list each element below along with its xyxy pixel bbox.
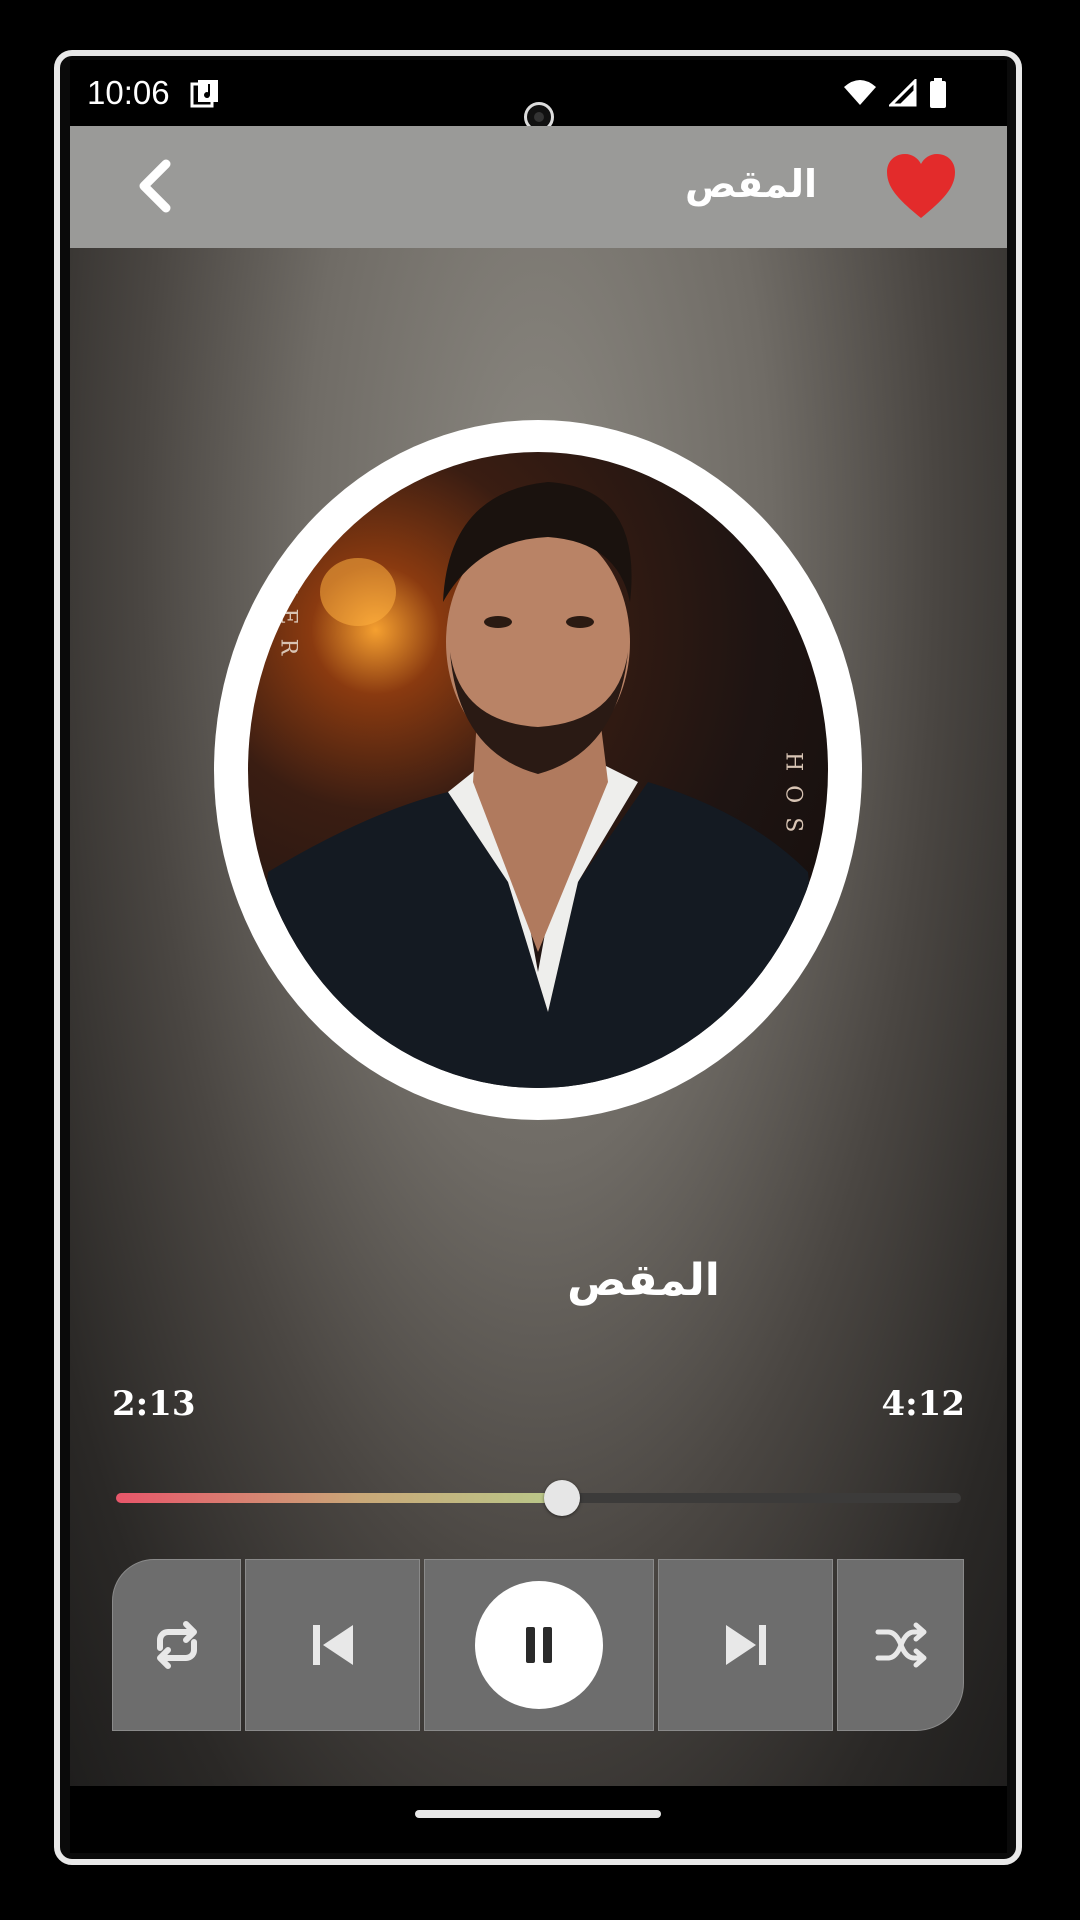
next-button[interactable] (658, 1559, 833, 1731)
song-title: المقص (567, 1255, 720, 1306)
signal-icon (889, 79, 917, 107)
music-notification-icon (190, 78, 220, 112)
play-pause-circle[interactable] (475, 1581, 603, 1709)
battery-icon (930, 78, 946, 108)
shuffle-icon (875, 1622, 926, 1668)
app-bar: المقص (70, 126, 1007, 248)
playback-controls (112, 1559, 964, 1731)
app-bar-title: المقص (685, 162, 817, 206)
total-time: 4:12 (881, 1384, 965, 1424)
status-time: 10:06 (87, 74, 170, 111)
ring-text-left: MER (276, 572, 301, 669)
chevron-left-icon (139, 159, 171, 213)
seek-bar-thumb[interactable] (544, 1480, 581, 1516)
skip-previous-icon (312, 1625, 353, 1665)
repeat-button[interactable] (112, 1559, 241, 1731)
phone-screen: 10:06 المقص MER HOS المقص 2:13 4:12 (70, 60, 1007, 1853)
seek-bar-progress (116, 1493, 563, 1503)
play-pause-button[interactable] (424, 1559, 654, 1731)
ring-text-right: HOS (781, 752, 806, 846)
previous-button[interactable] (245, 1559, 420, 1731)
wifi-icon (844, 80, 876, 105)
seek-bar[interactable] (116, 1480, 961, 1516)
status-icons (843, 78, 947, 108)
artist-photo: MER HOS (248, 452, 828, 1088)
heart-icon (887, 154, 955, 218)
shuffle-button[interactable] (837, 1559, 964, 1731)
skip-next-icon (725, 1625, 766, 1665)
system-nav-bar (70, 1786, 1007, 1853)
back-button[interactable] (128, 156, 188, 216)
pause-icon (526, 1627, 552, 1663)
repeat-icon (156, 1621, 197, 1669)
album-art: MER HOS (214, 420, 862, 1120)
current-time: 2:13 (112, 1384, 196, 1424)
home-gesture-bar[interactable] (415, 1810, 661, 1818)
favorite-button[interactable] (885, 152, 957, 220)
